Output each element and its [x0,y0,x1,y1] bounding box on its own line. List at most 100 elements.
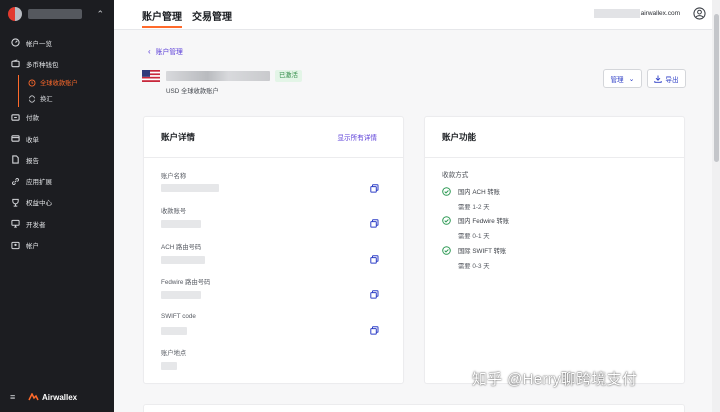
monitor-icon [10,219,20,229]
sidebar-item-extensions[interactable]: 应用扩展 [0,170,114,191]
method-item: 国内 ACH 转账 需要 1-2 天 [442,187,500,211]
watermark: 知乎 @Herry聊跨境支付 [472,371,638,388]
copy-icon[interactable] [370,255,379,264]
show-all-details-link[interactable]: 显示所有详情 [337,132,377,142]
copy-icon[interactable] [370,290,379,299]
sidebar-item-label: 应用扩展 [26,179,52,187]
sidebar-item-label: 帐户一览 [26,40,52,48]
method-title: 国内 Fedwire 转账 [458,218,510,225]
back-link[interactable]: ‹ 账户管理 [148,46,183,57]
field-value-redacted [161,291,201,299]
account-name-redacted [166,71,270,81]
method-item: 国内 Fedwire 转账 需要 0-1 天 [442,216,509,240]
account-features-card: 账户功能 收款方式 国内 ACH 转账 需要 1-2 天 国内 Fedwire … [424,116,685,384]
sidebar-item-wallet[interactable]: 多币种钱包 [0,53,114,74]
field-label-ach-routing: ACH 路由号码 [161,244,202,251]
check-circle-icon [442,187,451,196]
check-circle-icon [442,216,451,225]
user-email: airwallex.com [593,9,680,18]
org-switcher[interactable]: ⌃ [8,6,104,22]
card-icon [10,134,20,144]
field-label-swift-code: SWIFT code [161,313,196,320]
sidebar-item-acquiring[interactable]: 收单 [0,128,114,149]
divider [425,157,684,158]
sidebar-subitem-label: 换汇 [40,96,53,104]
field-label-account-number: 收款账号 [161,208,187,215]
sidebar-item-account[interactable]: 帐户 [0,234,114,255]
field-value-redacted [161,362,177,370]
sidebar-item-rewards[interactable]: 权益中心 [0,192,114,213]
chevron-left-icon: ‹ [148,46,151,56]
back-link-label: 账户管理 [155,49,183,56]
next-card-edge [143,404,685,412]
sidebar-item-label: 权益中心 [26,200,52,208]
field-label-fedwire-routing: Fedwire 路由号码 [161,279,211,286]
sidebar-footer: ≡ Airwallex [10,392,77,402]
tab-transaction-management[interactable]: 交易管理 [192,8,232,23]
brand-name: Airwallex [42,392,78,402]
field-value-redacted [161,256,205,264]
card-title: 账户详情 [161,132,196,142]
export-button[interactable]: 导出 [647,69,686,88]
report-icon [10,155,20,165]
email-suffix: airwallex.com [640,10,680,17]
copy-icon[interactable] [370,326,379,335]
chevron-down-icon: ⌄ [628,75,635,83]
wallet-icon [10,59,20,69]
method-item: 国际 SWIFT 转账 需要 0-3 天 [442,246,506,270]
user-avatar-icon[interactable] [693,7,706,20]
globe-icon [27,78,36,87]
field-label-account-location: 账户地点 [161,350,187,357]
sidebar-item-reports[interactable]: 报告 [0,149,114,170]
methods-label: 收款方式 [442,172,469,179]
account-subtitle: USD 全球收款账户 [166,88,219,95]
sidebar-item-label: 报告 [26,157,39,165]
payment-icon [10,112,20,122]
field-value-redacted [161,184,219,192]
wallet-submenu: 全球收款账户 换汇 [18,74,114,107]
sidebar-item-label: 帐户 [26,243,39,251]
link-icon [10,176,20,186]
account-icon [10,240,20,250]
copy-icon[interactable] [370,219,379,228]
tab-account-management[interactable]: 账户管理 [142,8,182,28]
menu-icon[interactable]: ≡ [10,392,18,402]
manage-button-label: 管理 [610,76,624,84]
sidebar-item-label: 开发者 [26,221,46,229]
field-value-redacted [161,327,187,335]
sidebar: ⌃ 帐户一览 多币种钱包 全球收款账户 换汇 付款 收单 报告 应用扩展 权益中… [0,0,114,412]
field-label-account-name: 账户名称 [161,173,187,180]
download-icon [654,75,663,83]
email-redacted [593,9,640,18]
sidebar-item-developer[interactable]: 开发者 [0,213,114,234]
airwallex-logo-icon [28,393,39,401]
status-badge: 已激活 [275,70,302,82]
sidebar-item-overview[interactable]: 帐户一览 [0,32,114,53]
sidebar-subitem-label: 全球收款账户 [40,80,78,88]
method-duration: 需要 0-1 天 [458,233,490,240]
exchange-icon [27,94,36,103]
trophy-icon [10,197,20,207]
method-duration: 需要 1-2 天 [458,204,490,211]
sidebar-nav: 帐户一览 多币种钱包 全球收款账户 换汇 付款 收单 报告 应用扩展 权益中心 … [0,32,114,256]
org-name-redacted [28,9,82,19]
method-duration: 需要 0-3 天 [458,263,490,270]
account-details-card: 账户详情 显示所有详情 账户名称 收款账号 ACH 路由号码 Fedwire 路… [143,116,404,384]
chevron-updown-icon: ⌃ [96,8,104,19]
card-title: 账户功能 [442,132,477,142]
dashboard-icon [10,38,20,48]
field-value-redacted [161,220,201,228]
page-scrollbar[interactable] [712,0,720,412]
org-logo [8,7,22,21]
sidebar-subitem-global-accounts[interactable]: 全球收款账户 [19,75,114,91]
sidebar-subitem-exchange[interactable]: 换汇 [19,91,114,107]
sidebar-item-label: 付款 [26,115,39,123]
scrollbar-thumb[interactable] [713,14,719,162]
sidebar-item-label: 收单 [26,136,39,144]
method-title: 国内 ACH 转账 [458,189,500,196]
divider [144,157,403,158]
manage-button[interactable]: 管理 ⌄ [603,69,642,88]
sidebar-item-payments[interactable]: 付款 [0,107,114,128]
copy-icon[interactable] [370,184,379,193]
method-title: 国际 SWIFT 转账 [458,248,507,255]
